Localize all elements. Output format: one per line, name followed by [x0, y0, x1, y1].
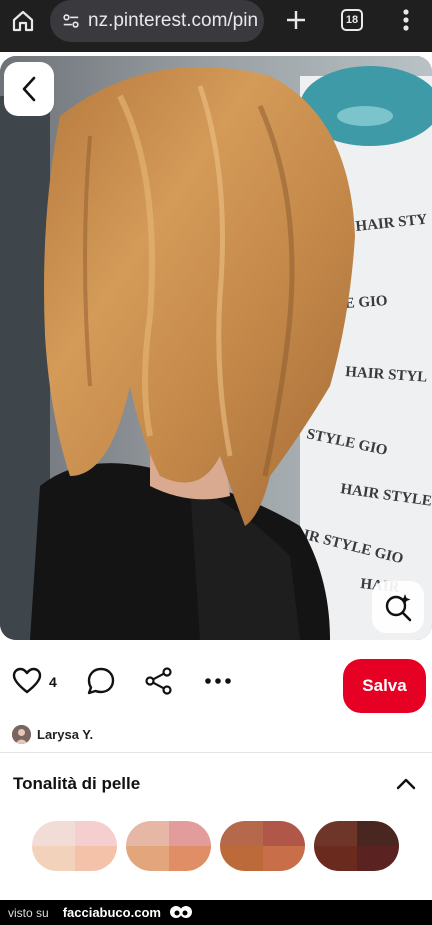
site-settings-icon[interactable]	[62, 12, 80, 30]
swatch-color-cell	[32, 821, 75, 846]
share-button[interactable]	[144, 666, 174, 696]
home-button[interactable]	[8, 6, 38, 36]
avatar[interactable]	[12, 724, 31, 744]
comment-button[interactable]	[86, 666, 116, 696]
like-button[interactable]	[12, 666, 42, 696]
skin-tone-swatch[interactable]	[314, 821, 399, 871]
swatch-color-cell	[262, 846, 305, 871]
heart-icon	[12, 667, 42, 694]
skin-tone-swatch[interactable]	[32, 821, 117, 871]
watermark-bar: visto su facciabuco.com	[0, 900, 432, 925]
pin-image[interactable]: HAIR STY E GIO HAIR STYL STYLE GIO HAIR STYL…	[0, 56, 432, 640]
swatch-color-cell	[262, 821, 305, 846]
swatch-color-cell	[74, 846, 117, 871]
save-button[interactable]: Salva	[343, 659, 426, 713]
pin-actions: 4 Salva	[0, 656, 432, 716]
more-options-button[interactable]	[202, 668, 234, 694]
wall-logo-text: E GIO	[344, 293, 388, 312]
watermark-prefix: visto su	[8, 905, 49, 920]
swatch-color-cell	[168, 846, 211, 871]
more-vertical-icon	[403, 9, 409, 31]
swatch-color-cell	[74, 821, 117, 846]
author-name[interactable]: Larysa Y.	[37, 727, 93, 742]
watermark-site: facciabuco.com	[62, 905, 161, 920]
swatch-color-cell	[168, 821, 211, 846]
section-divider	[0, 752, 432, 753]
swatch-color-cell	[126, 821, 169, 846]
swatch-color-cell	[314, 821, 357, 846]
swatch-color-cell	[220, 846, 263, 871]
tab-switcher-button[interactable]: 18	[341, 9, 363, 31]
skin-tone-swatch[interactable]	[126, 821, 211, 871]
browser-toolbar: nz.pinterest.com/pin/ 18	[0, 0, 432, 52]
lens-search-icon	[385, 594, 412, 622]
swatch-color-cell	[220, 821, 263, 846]
address-bar[interactable]: nz.pinterest.com/pin/	[50, 0, 264, 42]
collapse-skin-tone-button[interactable]	[394, 774, 418, 794]
swatch-color-cell	[126, 846, 169, 871]
browser-menu-button[interactable]	[396, 6, 416, 34]
swatch-color-cell	[32, 846, 75, 871]
hair-photo: HAIR STYE GIOHAIR STYLSTYLE GIOHAIR STYL…	[0, 56, 432, 640]
skin-tone-title: Tonalità di pelle	[13, 774, 141, 793]
swatch-color-cell	[356, 821, 399, 846]
watermark-face-icon	[169, 905, 192, 918]
swatch-color-cell	[314, 846, 357, 871]
back-button[interactable]	[4, 62, 54, 116]
like-count: 4	[49, 674, 57, 690]
new-tab-button[interactable]	[282, 6, 310, 34]
visual-search-button[interactable]	[372, 581, 424, 633]
pin-author[interactable]: Larysa Y.	[12, 724, 93, 744]
home-icon	[12, 10, 34, 32]
comment-icon	[87, 667, 115, 695]
chevron-up-icon	[396, 778, 416, 790]
chevron-left-icon	[22, 76, 36, 102]
plus-icon	[287, 11, 305, 29]
skin-tone-swatches	[32, 821, 402, 871]
more-horizontal-icon	[205, 678, 231, 684]
avatar-image	[12, 724, 31, 744]
skin-tone-swatch[interactable]	[220, 821, 305, 871]
share-icon	[145, 667, 172, 695]
swatch-color-cell	[356, 846, 399, 871]
url-text[interactable]: nz.pinterest.com/pin/	[88, 10, 258, 32]
